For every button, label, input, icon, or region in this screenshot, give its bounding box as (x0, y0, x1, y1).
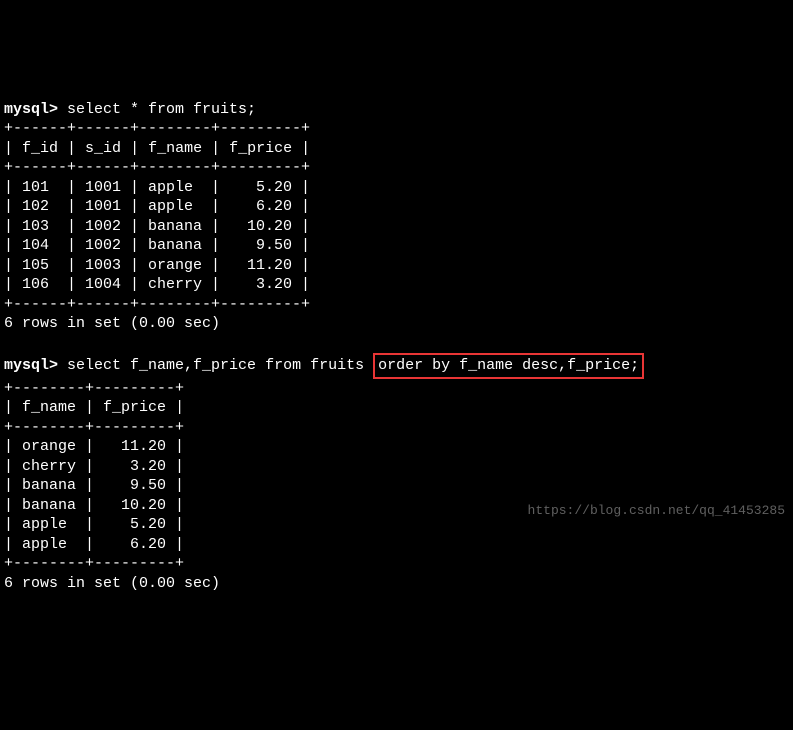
sql-query-2-part1: select f_name,f_price from fruits (67, 357, 373, 374)
watermark-text: https://blog.csdn.net/qq_41453285 (528, 503, 785, 520)
col-header-sid: s_id (85, 140, 121, 157)
result-footer: 6 rows in set (0.00 sec) (4, 575, 220, 592)
result-footer: 6 rows in set (0.00 sec) (4, 315, 220, 332)
col-header-fid: f_id (22, 140, 58, 157)
col-header-fname: f_name (148, 140, 202, 157)
sql-query-1: select * from fruits; (67, 101, 256, 118)
mysql-prompt: mysql> (4, 101, 58, 118)
col-header-fprice: f_price (229, 140, 292, 157)
table-rows-2: | orange | 11.20 | | cherry | 3.20 | | b… (4, 437, 789, 554)
sql-highlight-box: order by f_name desc,f_price; (373, 353, 644, 379)
table-border: +--------+---------+ (4, 555, 184, 572)
table-rows-1: | 101 | 1001 | apple | 5.20 | | 102 | 10… (4, 178, 789, 295)
table-border: +------+------+--------+---------+ (4, 296, 310, 313)
col-header-fprice: f_price (103, 399, 166, 416)
table-border: +--------+---------+ (4, 380, 184, 397)
col-header-fname: f_name (22, 399, 76, 416)
mysql-prompt: mysql> (4, 357, 58, 374)
table-border: +------+------+--------+---------+ (4, 159, 310, 176)
table-border: +------+------+--------+---------+ (4, 120, 310, 137)
table-border: +--------+---------+ (4, 419, 184, 436)
